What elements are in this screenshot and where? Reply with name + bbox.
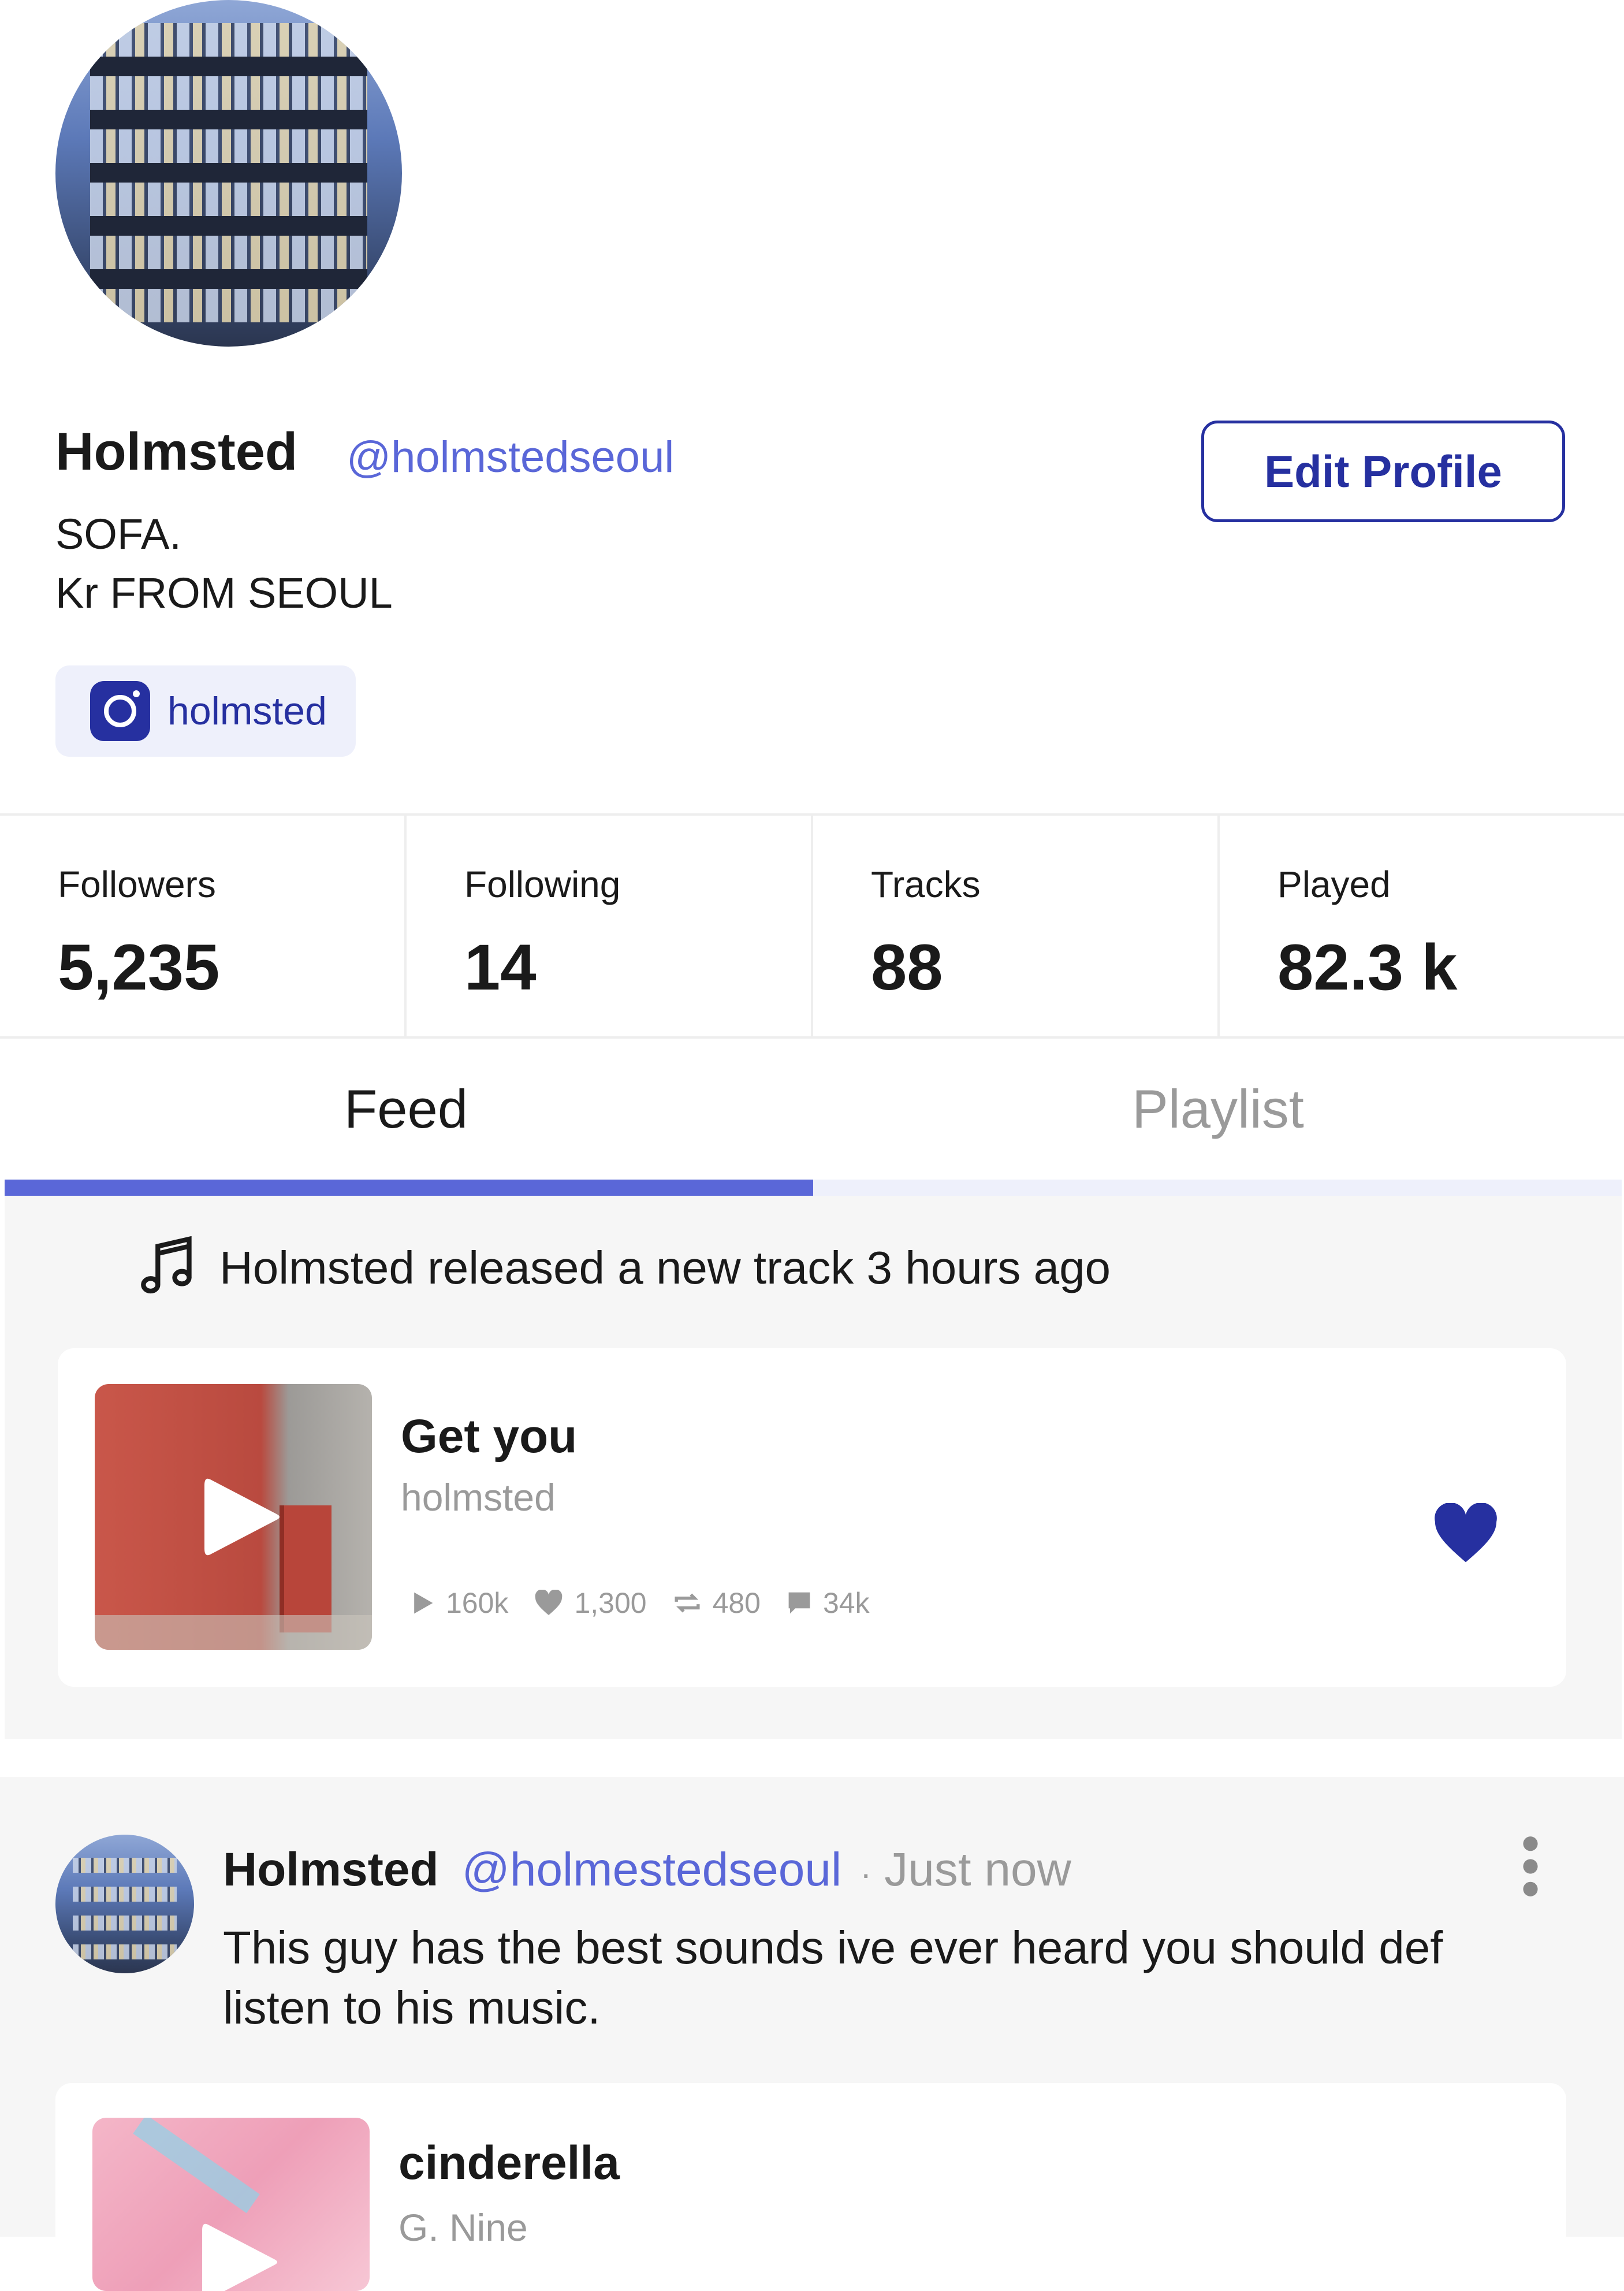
- shared-track-title[interactable]: cinderella: [398, 2136, 620, 2190]
- music-note-icon: [141, 1236, 192, 1294]
- section-separator: [0, 1739, 1624, 1777]
- play-icon[interactable]: [196, 2216, 283, 2291]
- stat-following[interactable]: Following 14: [407, 816, 813, 1036]
- plays-metric: 160k: [409, 1586, 508, 1620]
- play-icon[interactable]: [199, 1471, 285, 1563]
- profile-bio-line-1: SOFA.: [55, 510, 181, 558]
- comment-icon: [788, 1592, 810, 1614]
- track-title[interactable]: Get you: [401, 1409, 577, 1464]
- instagram-label: holmsted: [167, 689, 327, 733]
- shared-track-card[interactable]: cinderella G. Nine: [55, 2083, 1566, 2291]
- likes-count: 1,300: [574, 1587, 647, 1619]
- profile-stats: Followers 5,235 Following 14 Tracks 88 P…: [0, 813, 1624, 1039]
- profile-tabs: Feed Playlist: [0, 1040, 1624, 1196]
- track-card[interactable]: Get you holmsted 160k 1,300 480 34k: [58, 1348, 1566, 1687]
- track-metrics: 160k 1,300 480 34k: [409, 1586, 895, 1620]
- tab-feed[interactable]: Feed: [0, 1040, 812, 1196]
- reposts-metric: 480: [672, 1586, 761, 1620]
- likes-metric: 1,300: [534, 1586, 647, 1620]
- profile-handle: @holmstedseoul: [347, 433, 675, 482]
- stat-value: 82.3 k: [1277, 931, 1458, 1003]
- stat-value: 14: [464, 931, 537, 1003]
- stat-label: Following: [464, 864, 621, 905]
- stat-label: Played: [1277, 864, 1391, 905]
- comments-metric: 34k: [786, 1586, 870, 1620]
- tab-playlist[interactable]: Playlist: [812, 1040, 1624, 1196]
- tab-indicator-active: [5, 1180, 813, 1196]
- stat-label: Tracks: [871, 864, 981, 905]
- profile-name: Holmsted: [55, 422, 298, 481]
- post-text: This guy has the best sounds ive ever he…: [223, 1922, 1443, 2033]
- stat-tracks[interactable]: Tracks 88: [813, 816, 1220, 1036]
- post-author-name[interactable]: Holmsted: [223, 1843, 439, 1897]
- stat-followers[interactable]: Followers 5,235: [0, 816, 407, 1036]
- post-avatar[interactable]: [55, 1835, 194, 1973]
- feed-activity: Holmsted released a new track 3 hours ag…: [139, 1236, 1111, 1300]
- like-count-icon: [535, 1590, 563, 1615]
- reposts-count: 480: [712, 1587, 761, 1619]
- edit-profile-button[interactable]: Edit Profile: [1201, 421, 1565, 522]
- plays-count: 160k: [446, 1587, 509, 1619]
- repost-icon: [675, 1593, 700, 1613]
- play-count-icon: [414, 1592, 433, 1614]
- track-cover[interactable]: [95, 1384, 372, 1650]
- comments-count: 34k: [823, 1587, 870, 1619]
- stat-value: 5,235: [58, 931, 220, 1003]
- more-options-icon[interactable]: [1519, 1835, 1542, 1898]
- post-separator: ·: [860, 1854, 872, 1893]
- shared-track-cover[interactable]: [92, 2118, 370, 2291]
- track-artist[interactable]: holmsted: [401, 1475, 556, 1519]
- profile-bio-line-2: Kr FROM SEOUL: [55, 569, 393, 617]
- instagram-icon: [90, 681, 150, 741]
- like-heart-icon[interactable]: [1432, 1503, 1499, 1565]
- shared-track-artist[interactable]: G. Nine: [398, 2206, 528, 2249]
- stat-value: 88: [871, 931, 943, 1003]
- post-author-handle[interactable]: @holmestedseoul: [462, 1843, 842, 1897]
- profile-avatar[interactable]: [55, 0, 402, 347]
- post-timestamp: Just now: [884, 1843, 1071, 1896]
- post-header: Holmsted @holmestedseoul · Just now: [223, 1843, 1071, 1897]
- instagram-link[interactable]: holmsted: [55, 665, 356, 757]
- stat-played: Played 82.3 k: [1220, 816, 1624, 1036]
- activity-text: Holmsted released a new track 3 hours ag…: [219, 1242, 1111, 1293]
- stat-label: Followers: [58, 864, 216, 905]
